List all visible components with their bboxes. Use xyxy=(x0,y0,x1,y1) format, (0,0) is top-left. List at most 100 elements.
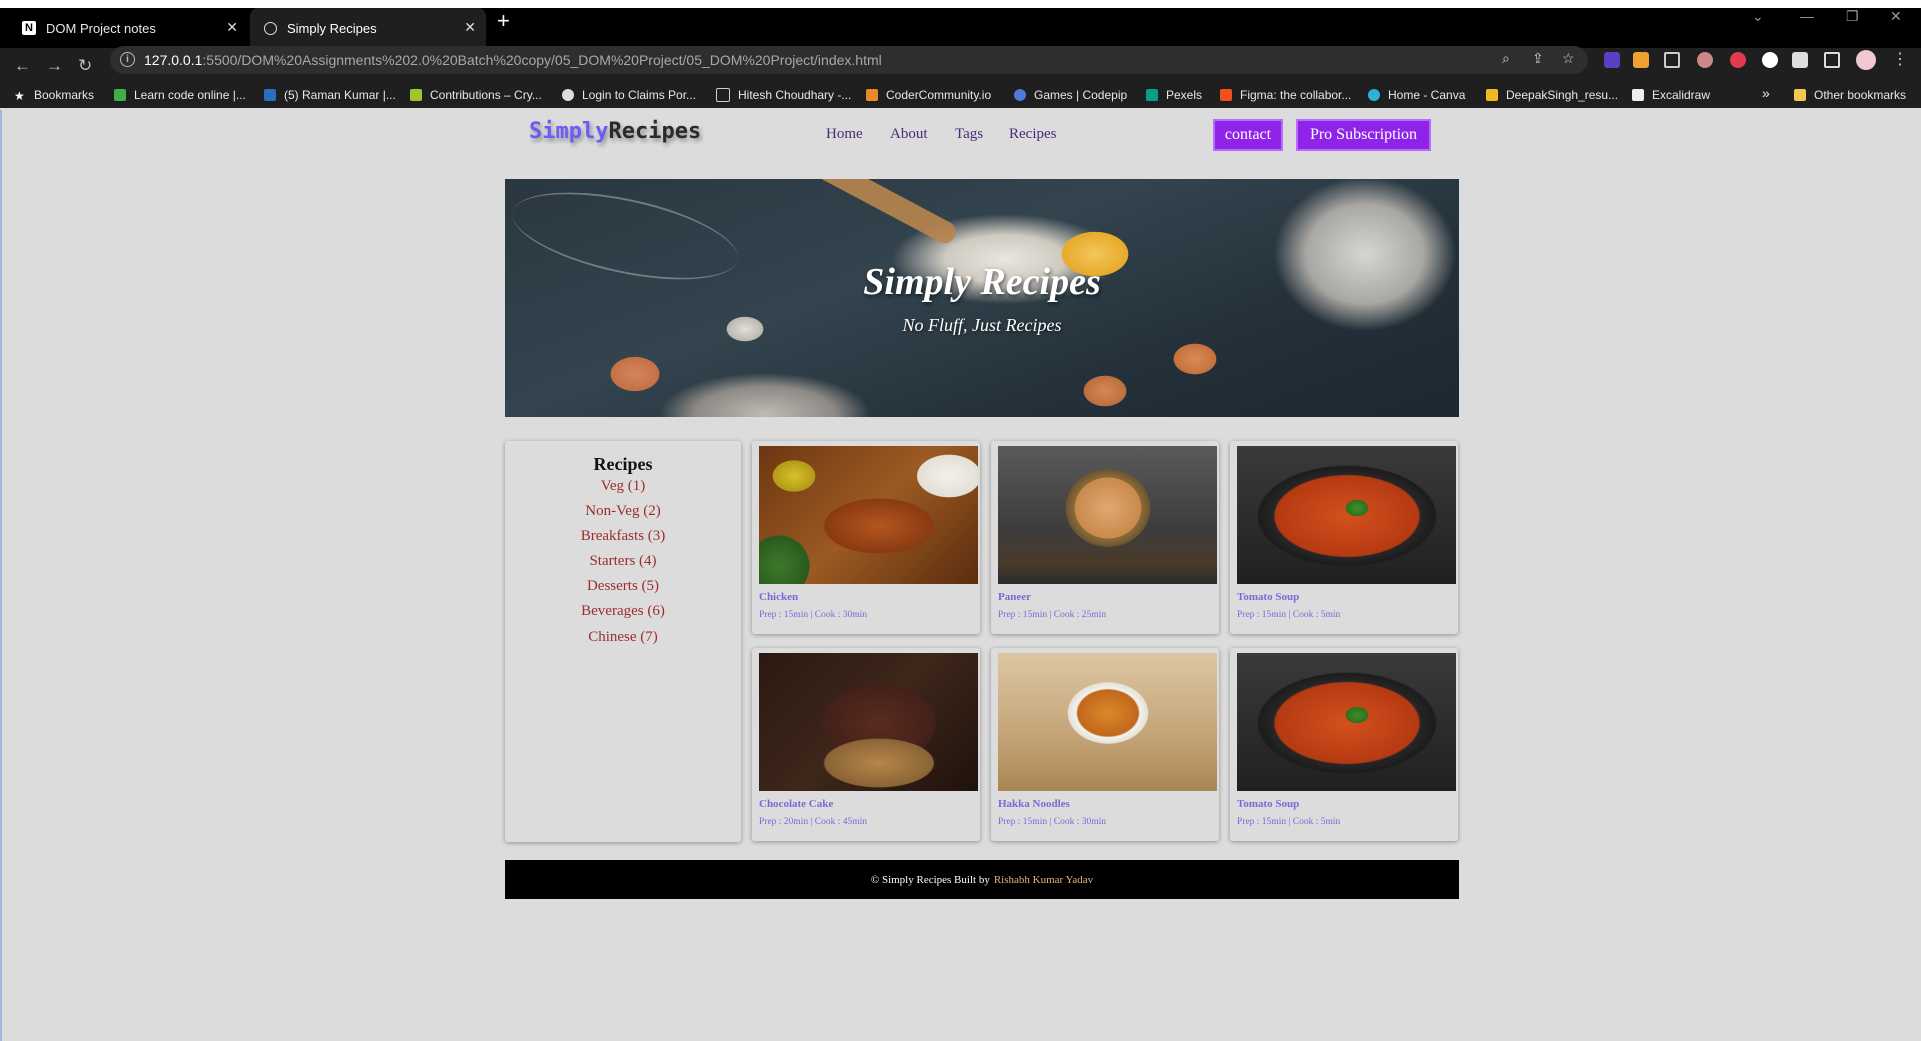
bookmark-item[interactable]: (5) Raman Kumar |... xyxy=(264,88,396,102)
extension-icon-owl[interactable] xyxy=(1697,52,1713,68)
recipe-image-paneer xyxy=(998,446,1217,584)
category-non-veg[interactable]: Non-Veg (2) xyxy=(505,503,741,520)
other-bookmarks[interactable]: Other bookmarks xyxy=(1794,88,1906,102)
bookmark-item[interactable]: Excalidraw xyxy=(1632,88,1710,102)
bookmark-item[interactable]: DeepakSingh_resu... xyxy=(1486,88,1618,102)
recipe-name[interactable]: Paneer xyxy=(998,591,1031,603)
bookmark-item[interactable]: ★ Bookmarks xyxy=(14,88,94,103)
new-tab-button[interactable]: + xyxy=(497,8,510,34)
recipe-meta: Prep : 15min | Cook : 25min xyxy=(998,610,1106,620)
close-window-button[interactable]: ✕ xyxy=(1890,8,1902,25)
contact-button[interactable]: contact xyxy=(1213,119,1283,151)
address-bar[interactable]: i 127.0.0.1:5500/DOM%20Assignments%202.0… xyxy=(110,46,1588,74)
extension-icon-t[interactable] xyxy=(1730,52,1746,68)
avatar[interactable] xyxy=(1856,50,1876,70)
drive-icon xyxy=(1486,89,1498,101)
recipe-card[interactable]: Chicken Prep : 15min | Cook : 30min xyxy=(752,441,980,634)
site-logo[interactable]: SimplyRecipes xyxy=(529,119,701,144)
bookmark-item[interactable]: Home - Canva xyxy=(1368,88,1465,102)
bookmark-item[interactable]: Games | Codepip xyxy=(1014,88,1127,102)
bookmark-favicon xyxy=(1014,89,1026,101)
nav-home[interactable]: Home xyxy=(826,126,863,143)
bookmark-favicon xyxy=(410,89,422,101)
category-chinese[interactable]: Chinese (7) xyxy=(505,629,741,646)
side-panel-icon[interactable] xyxy=(1824,52,1840,68)
pro-subscription-button[interactable]: Pro Subscription xyxy=(1296,119,1431,151)
recipe-card[interactable]: Hakka Noodles Prep : 15min | Cook : 30mi… xyxy=(991,648,1219,841)
url-text[interactable]: 127.0.0.1:5500/DOM%20Assignments%202.0%2… xyxy=(144,52,882,68)
recipe-meta: Prep : 20min | Cook : 45min xyxy=(759,817,867,827)
extensions-puzzle-icon[interactable] xyxy=(1792,52,1808,68)
share-icon[interactable]: ⇪ xyxy=(1532,50,1544,67)
minimize-button[interactable]: — xyxy=(1800,8,1814,24)
recipe-meta: Prep : 15min | Cook : 30min xyxy=(759,610,867,620)
bookmark-item[interactable]: CoderCommunity.io xyxy=(866,88,991,102)
recipe-image-chocolate-cake xyxy=(759,653,978,791)
hero-title: Simply Recipes xyxy=(863,261,1101,303)
bookmark-item[interactable]: Pexels xyxy=(1146,88,1202,102)
back-icon[interactable]: ← xyxy=(14,56,31,76)
recipe-name[interactable]: Chicken xyxy=(759,591,798,603)
nav-about[interactable]: About xyxy=(890,126,928,143)
menu-kebab-icon[interactable]: ⋮ xyxy=(1892,49,1908,68)
bookmark-item[interactable]: Figma: the collabor... xyxy=(1220,88,1351,102)
extension-icon-shield[interactable] xyxy=(1762,52,1778,68)
bookmark-favicon xyxy=(1146,89,1158,101)
linkedin-icon xyxy=(264,89,276,101)
nav-recipes[interactable]: Recipes xyxy=(1009,126,1056,143)
recipe-card[interactable]: Chocolate Cake Prep : 20min | Cook : 45m… xyxy=(752,648,980,841)
recipe-name[interactable]: Tomato Soup xyxy=(1237,591,1299,603)
bookmark-favicon xyxy=(716,88,730,102)
category-starters[interactable]: Starters (4) xyxy=(505,553,741,570)
tab-bar: N DOM Project notes ✕ Simply Recipes ✕ xyxy=(0,8,1921,48)
category-desserts[interactable]: Desserts (5) xyxy=(505,578,741,595)
extension-icon-window[interactable] xyxy=(1664,52,1680,68)
bookmark-item[interactable]: Login to Claims Por... xyxy=(562,88,696,102)
nav-tags[interactable]: Tags xyxy=(955,126,983,143)
page-viewport: SimplyRecipes Home About Tags Recipes co… xyxy=(0,110,1921,1041)
excalidraw-icon xyxy=(1632,89,1644,101)
restore-button[interactable]: ❐ xyxy=(1846,8,1859,25)
recipe-image-hakka-noodles xyxy=(998,653,1217,791)
figma-icon xyxy=(1220,89,1232,101)
site-info-icon[interactable]: i xyxy=(120,52,135,67)
recipe-name[interactable]: Chocolate Cake xyxy=(759,798,833,810)
bookmark-star-icon[interactable]: ☆ xyxy=(1562,50,1575,67)
tab-search-icon[interactable]: ⌄ xyxy=(1752,8,1764,25)
recipe-meta: Prep : 15min | Cook : 5min xyxy=(1237,817,1341,827)
bookmark-item[interactable]: Hitesh Choudhary -... xyxy=(716,88,851,102)
tab-title: DOM Project notes xyxy=(46,20,156,36)
close-tab-icon[interactable]: ✕ xyxy=(464,19,476,36)
notion-icon: N xyxy=(22,21,36,35)
recipe-name[interactable]: Tomato Soup xyxy=(1237,798,1299,810)
zoom-icon[interactable]: ⌕ xyxy=(1502,50,1510,67)
star-icon: ★ xyxy=(14,89,25,103)
extension-icon-brush[interactable] xyxy=(1633,52,1649,68)
window-top-edge xyxy=(0,0,1921,8)
footer-author-link[interactable]: Rishabh Kumar Yadav xyxy=(994,874,1093,886)
category-veg[interactable]: Veg (1) xyxy=(505,478,741,495)
recipe-name[interactable]: Hakka Noodles xyxy=(998,798,1070,810)
recipe-card[interactable]: Tomato Soup Prep : 15min | Cook : 5min xyxy=(1230,648,1458,841)
reload-icon[interactable]: ↻ xyxy=(78,56,92,76)
hero-image-spoon xyxy=(790,179,960,247)
forward-icon[interactable]: → xyxy=(46,56,63,76)
recipe-image-tomato-soup xyxy=(1237,653,1456,791)
tab-dom-project-notes[interactable]: N DOM Project notes ✕ xyxy=(8,8,248,48)
recipe-image-tomato-soup xyxy=(1237,446,1456,584)
recipe-meta: Prep : 15min | Cook : 5min xyxy=(1237,610,1341,620)
recipe-image-chicken xyxy=(759,446,978,584)
bookmark-favicon xyxy=(866,89,878,101)
close-tab-icon[interactable]: ✕ xyxy=(226,19,238,36)
recipe-card[interactable]: Paneer Prep : 15min | Cook : 25min xyxy=(991,441,1219,634)
extension-icon-pen[interactable] xyxy=(1604,52,1620,68)
tab-simply-recipes[interactable]: Simply Recipes ✕ xyxy=(250,8,486,48)
recipe-card[interactable]: Tomato Soup Prep : 15min | Cook : 5min xyxy=(1230,441,1458,634)
bookmarks-overflow-button[interactable]: » xyxy=(1762,85,1770,101)
globe-icon xyxy=(264,21,277,35)
bookmark-favicon xyxy=(562,89,574,101)
category-breakfasts[interactable]: Breakfasts (3) xyxy=(505,528,741,545)
bookmark-item[interactable]: Contributions – Cry... xyxy=(410,88,542,102)
category-beverages[interactable]: Beverages (6) xyxy=(505,603,741,620)
bookmark-item[interactable]: Learn code online |... xyxy=(114,88,246,102)
